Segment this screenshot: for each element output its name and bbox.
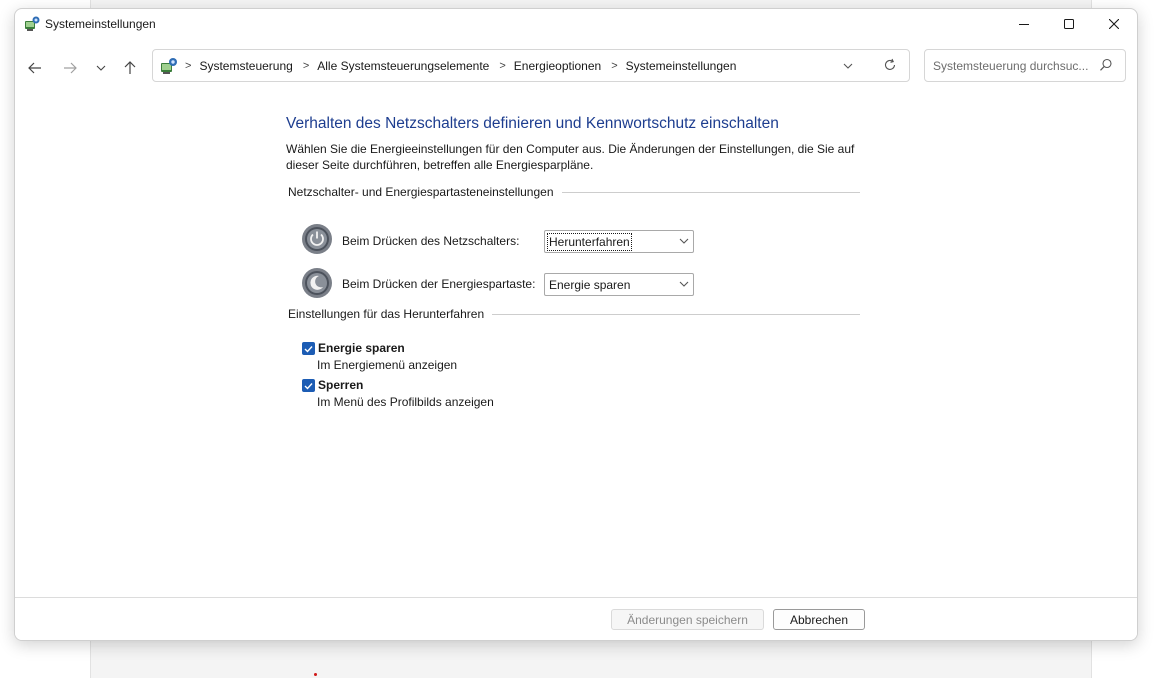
page-description: Wählen Sie die Energieeinstellungen für … — [286, 142, 855, 172]
refresh-icon[interactable] — [883, 58, 897, 72]
energie-sparen-description: Im Energiemenü anzeigen — [317, 358, 458, 372]
shutdown-settings-header-label: Einstellungen für das Herunterfahren — [288, 307, 485, 321]
close-button[interactable] — [1091, 9, 1137, 39]
forward-button[interactable] — [57, 55, 83, 81]
cancel-button[interactable]: Abbrechen — [773, 609, 865, 630]
power-settings-header: Netzschalter- und Energiespartasteneinst… — [288, 185, 860, 199]
control-panel-icon — [161, 58, 177, 74]
chevron-down-icon — [679, 238, 689, 244]
shutdown-settings-header: Einstellungen für das Herunterfahren — [288, 307, 860, 321]
control-panel-icon — [25, 16, 40, 31]
recent-locations-button[interactable] — [88, 55, 114, 81]
breadcrumb-alle-elemente[interactable]: Alle Systemsteuerungselemente — [317, 59, 489, 73]
sperren-label[interactable]: Sperren — [318, 378, 363, 392]
power-settings-header-label: Netzschalter- und Energiespartasteneinst… — [288, 185, 554, 199]
chevron-right-icon: > — [499, 60, 506, 72]
maximize-icon — [1064, 19, 1074, 29]
search-icon[interactable] — [1099, 58, 1113, 72]
chevron-down-icon — [96, 65, 106, 71]
checkmark-icon — [304, 345, 313, 353]
page-title: Verhalten des Netzschalters definieren u… — [286, 115, 779, 132]
minimize-icon — [1019, 24, 1029, 25]
save-changes-button[interactable]: Änderungen speichern — [611, 609, 764, 630]
sleep-button-label: Beim Drücken der Energiespartaste: — [342, 277, 536, 291]
divider — [561, 191, 860, 193]
divider — [492, 313, 860, 315]
search-box[interactable]: Systemsteuerung durchsuc... — [924, 49, 1126, 82]
back-button[interactable] — [22, 55, 48, 81]
power-button-action-value: Herunterfahren — [547, 233, 632, 251]
window-title: Systemeinstellungen — [45, 17, 156, 31]
sleep-button-action-select[interactable]: Energie sparen — [544, 273, 694, 296]
breadcrumb: > Systemsteuerung > Alle Systemsteuerung… — [183, 59, 744, 73]
power-button-label: Beim Drücken des Netzschalters: — [342, 234, 520, 248]
chevron-down-icon[interactable] — [843, 59, 853, 73]
close-icon — [1109, 19, 1119, 29]
checkmark-icon — [304, 382, 313, 390]
breadcrumb-energieoptionen[interactable]: Energieoptionen — [514, 59, 601, 73]
sperren-checkbox[interactable] — [302, 379, 315, 392]
sperren-description: Im Menü des Profilbilds anzeigen — [317, 395, 494, 409]
power-button-action-select[interactable]: Herunterfahren — [544, 230, 694, 253]
arrow-left-icon — [28, 62, 41, 74]
address-bar[interactable]: > Systemsteuerung > Alle Systemsteuerung… — [152, 49, 910, 82]
navigation-bar: > Systemsteuerung > Alle Systemsteuerung… — [15, 39, 1137, 95]
search-input[interactable]: Systemsteuerung durchsuc... — [933, 59, 1088, 73]
sleep-button-icon — [302, 268, 332, 298]
red-dot — [314, 673, 317, 676]
sleep-button-action-value: Energie sparen — [549, 278, 631, 292]
arrow-right-icon — [64, 62, 77, 74]
power-button-icon — [302, 224, 332, 254]
chevron-right-icon: > — [302, 60, 310, 72]
breadcrumb-systemsteuerung[interactable]: Systemsteuerung — [199, 59, 292, 73]
chevron-down-icon — [679, 281, 689, 287]
footer-bar: Änderungen speichern Abbrechen — [15, 597, 1137, 640]
up-button[interactable] — [117, 55, 143, 81]
energie-sparen-checkbox[interactable] — [302, 342, 315, 355]
main-content: Verhalten des Netzschalters definieren u… — [15, 95, 1137, 597]
minimize-button[interactable] — [1001, 9, 1047, 39]
maximize-button[interactable] — [1046, 9, 1092, 39]
chevron-right-icon: > — [611, 60, 618, 72]
arrow-up-icon — [124, 61, 136, 74]
energie-sparen-label[interactable]: Energie sparen — [318, 341, 405, 355]
title-bar: Systemeinstellungen — [15, 9, 1137, 39]
breadcrumb-systemeinstellungen[interactable]: Systemeinstellungen — [626, 59, 737, 73]
chevron-right-icon: > — [185, 60, 192, 72]
settings-window: Systemeinstellungen > Systemsteuerung > … — [14, 8, 1138, 641]
